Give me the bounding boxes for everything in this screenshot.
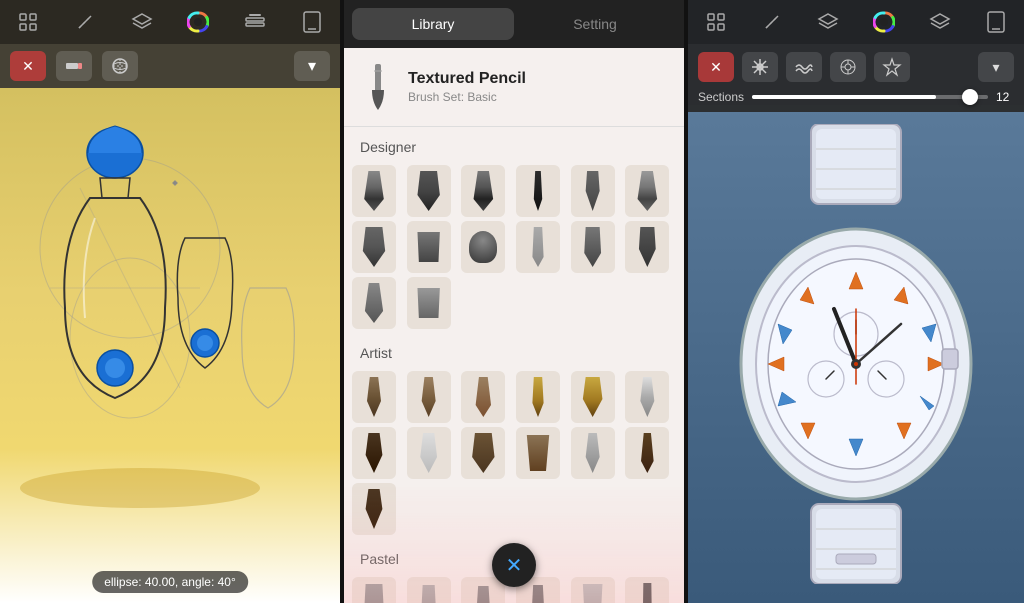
brush-item[interactable]	[625, 221, 669, 273]
section-label-designer: Designer	[344, 127, 684, 161]
brush-item[interactable]	[352, 427, 396, 479]
color-wheel-icon-right[interactable]	[870, 8, 898, 36]
brush-item[interactable]	[516, 371, 560, 423]
brush-item[interactable]	[461, 371, 505, 423]
brush-item[interactable]	[352, 221, 396, 273]
close-button[interactable]: ✕	[10, 51, 46, 81]
brush-preview-icon	[360, 62, 396, 112]
layers-icon[interactable]	[128, 8, 156, 36]
slider-value: 12	[996, 90, 1014, 104]
slider-thumb[interactable]	[962, 89, 978, 105]
color-wheel-icon[interactable]	[184, 8, 212, 36]
tab-bar: Library Setting	[344, 0, 684, 48]
brush-item[interactable]	[461, 221, 505, 273]
eraser-button[interactable]	[56, 51, 92, 81]
brush-item[interactable]	[516, 427, 560, 479]
ruler-icon-right[interactable]	[758, 8, 786, 36]
right-top-toolbar	[688, 0, 1024, 44]
left-secondary-toolbar: ✕ ▾	[0, 44, 340, 88]
watch-canvas	[688, 105, 1024, 603]
grid-icon-right[interactable]	[702, 8, 730, 36]
brush-name: Textured Pencil	[408, 70, 526, 88]
stack-icon-right[interactable]	[926, 8, 954, 36]
brush-item[interactable]	[625, 165, 669, 217]
right-panel: ✕	[688, 0, 1024, 603]
brush-item[interactable]	[407, 427, 451, 479]
stack-icon[interactable]	[241, 8, 269, 36]
more-button-right[interactable]: ▾	[978, 52, 1014, 82]
brush-item[interactable]	[571, 427, 615, 479]
brush-item[interactable]	[625, 427, 669, 479]
status-bar: ellipse: 40.00, angle: 40°	[92, 571, 248, 593]
sections-slider-row: Sections 12	[698, 90, 1014, 104]
brush-item[interactable]	[352, 165, 396, 217]
brush-item[interactable]	[571, 221, 615, 273]
brush-item[interactable]	[407, 371, 451, 423]
drawing-canvas[interactable]: ellipse: 40.00, angle: 40°	[0, 88, 340, 603]
brush-item[interactable]	[625, 371, 669, 423]
brush-info: Textured Pencil Brush Set: Basic	[408, 70, 526, 104]
center-panel: Library Setting Textured Pencil Brush Se…	[344, 0, 684, 603]
more-button[interactable]: ▾	[294, 51, 330, 81]
sections-slider[interactable]	[752, 95, 988, 99]
right-sec-row1: ✕	[698, 52, 1014, 82]
brush-item[interactable]	[516, 221, 560, 273]
brush-library: Designer Artist	[344, 127, 684, 603]
left-panel: ✕ ▾	[0, 0, 340, 603]
device-icon-right[interactable]	[982, 8, 1010, 36]
brush-header: Textured Pencil Brush Set: Basic	[344, 48, 684, 127]
slider-fill	[752, 95, 936, 99]
tab-library[interactable]: Library	[352, 8, 514, 40]
symmetry-star-icon[interactable]	[874, 52, 910, 82]
left-top-toolbar	[0, 0, 340, 44]
ruler-icon[interactable]	[71, 8, 99, 36]
brush-item[interactable]	[461, 165, 505, 217]
brush-item[interactable]	[571, 371, 615, 423]
brush-set: Brush Set: Basic	[408, 90, 526, 104]
layers-icon-right[interactable]	[814, 8, 842, 36]
slider-label: Sections	[698, 90, 744, 104]
symmetry-radial-icon[interactable]	[742, 52, 778, 82]
center-close-fab[interactable]: ✕	[492, 543, 536, 587]
brush-item[interactable]	[407, 277, 451, 329]
device-icon[interactable]	[298, 8, 326, 36]
brush-item[interactable]	[516, 165, 560, 217]
brush-item[interactable]	[461, 427, 505, 479]
tab-setting[interactable]: Setting	[514, 8, 676, 40]
brush-item[interactable]	[352, 371, 396, 423]
symmetry-wave-icon[interactable]	[786, 52, 822, 82]
brush-item[interactable]	[571, 165, 615, 217]
designer-brush-grid	[344, 161, 684, 333]
section-label-artist: Artist	[344, 333, 684, 367]
transform-button[interactable]	[102, 51, 138, 81]
grid-icon[interactable]	[14, 8, 42, 36]
brush-item[interactable]	[407, 165, 451, 217]
slider-track[interactable]	[752, 95, 988, 99]
brush-item[interactable]	[407, 221, 451, 273]
right-secondary-toolbar: ✕	[688, 44, 1024, 112]
symmetry-mandala-icon[interactable]	[830, 52, 866, 82]
close-button-right[interactable]: ✕	[698, 52, 734, 82]
brush-item[interactable]	[352, 277, 396, 329]
